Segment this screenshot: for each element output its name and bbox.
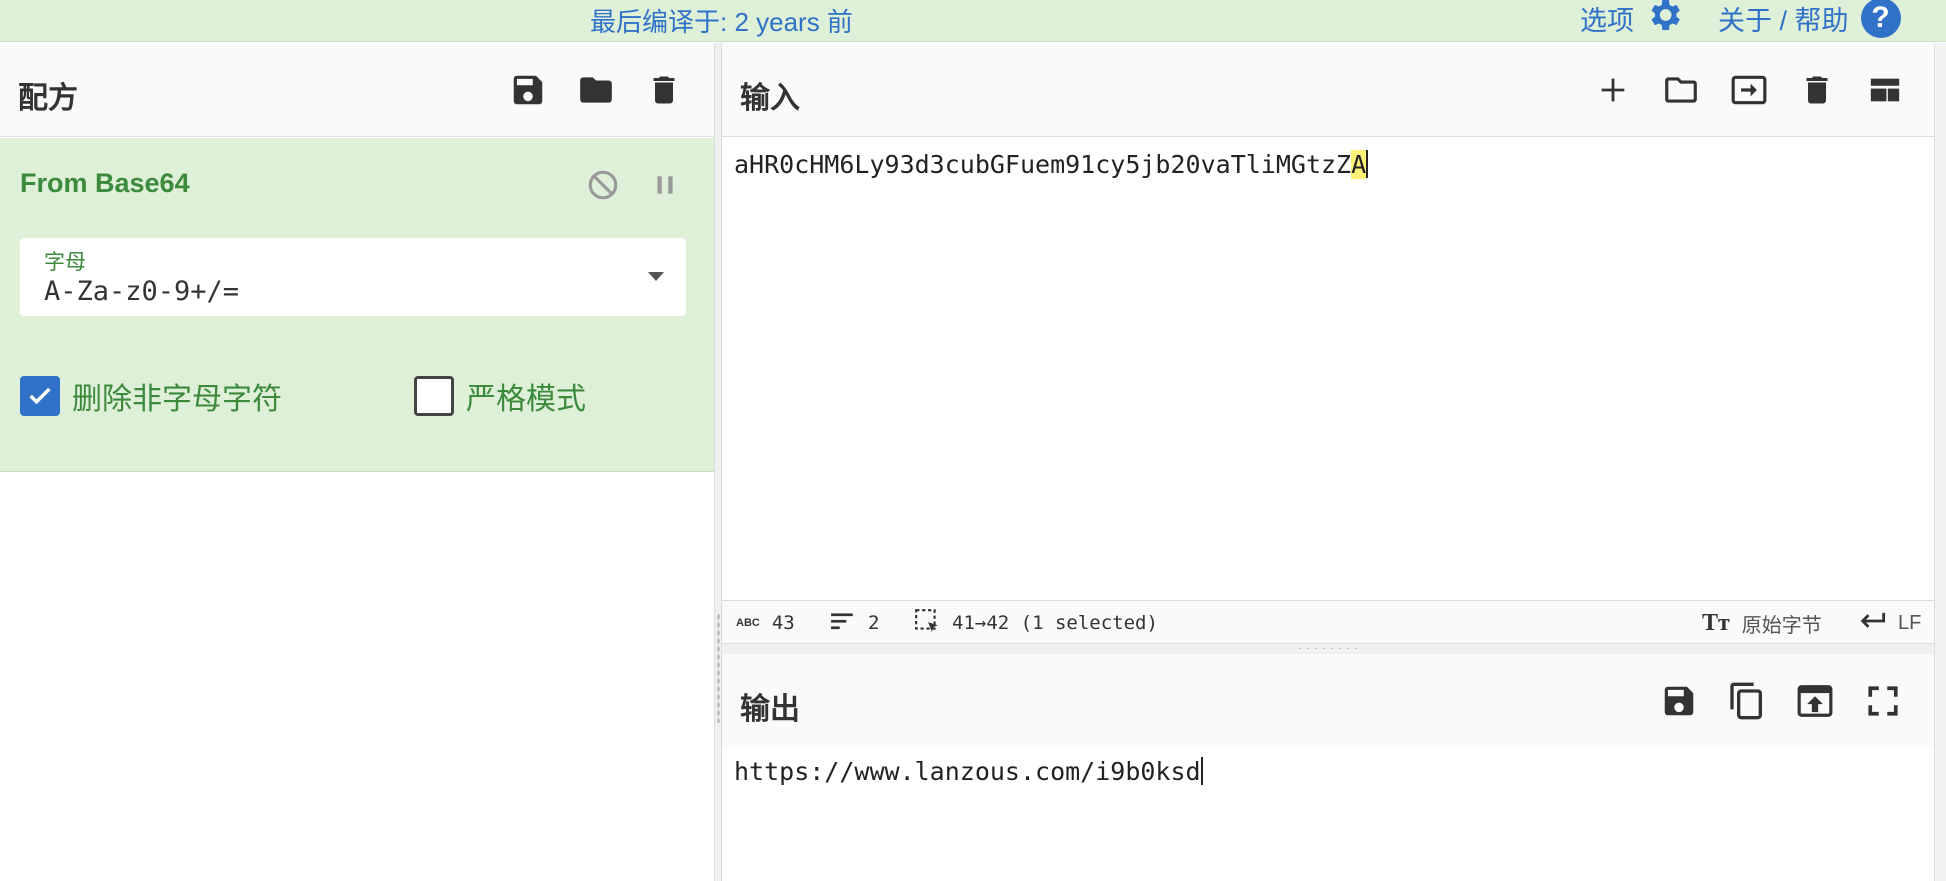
- input-textarea[interactable]: aHR0cHM6Ly93d3cubGFuem91cy5jb20vaTliMGtz…: [722, 138, 1934, 600]
- selection-info: 41→42 (1 selected): [952, 612, 1158, 634]
- remove-non-alpha-label: 删除非字母字符: [72, 383, 282, 416]
- line-count: 2: [868, 612, 880, 634]
- open-folder-icon[interactable]: [1660, 69, 1702, 111]
- abc-icon: ABC: [736, 617, 760, 629]
- char-count: 43: [771, 612, 795, 634]
- vertical-splitter[interactable]: [714, 43, 722, 881]
- return-icon: [1858, 610, 1886, 637]
- import-icon[interactable]: [1728, 69, 1770, 111]
- input-title: 输入: [740, 82, 800, 115]
- strict-mode-label: 严格模式: [466, 383, 586, 416]
- operation-from-base64[interactable]: From Base64 字母 A-Za-z0-9+/= 删除非字母字符 严格模式: [0, 138, 714, 472]
- lines-icon: [830, 611, 856, 636]
- selection-icon: [914, 608, 940, 639]
- alphabet-label: 字母: [44, 251, 86, 274]
- recipe-title: 配方: [18, 82, 78, 115]
- last-compiled-text: 最后编译于: 2 years 前: [590, 7, 853, 37]
- save-icon[interactable]: [507, 69, 549, 111]
- input-header: 输入: [722, 43, 1934, 137]
- options-link[interactable]: 选项: [1580, 0, 1684, 36]
- input-status-bar: ABC 43 2 41→42 (1 selected) Tт 原始字节 LF: [722, 600, 1934, 644]
- trash-icon[interactable]: [643, 69, 685, 111]
- checkbox-checked-icon[interactable]: [20, 376, 60, 416]
- recipe-header: 配方: [0, 43, 714, 137]
- copy-icon[interactable]: [1726, 680, 1768, 722]
- text-size-icon: Tт: [1702, 609, 1730, 636]
- help-icon: ?: [1860, 0, 1901, 38]
- eol-label: LF: [1898, 611, 1922, 634]
- right-scroll-edge: [1934, 43, 1946, 881]
- output-header: 输出: [722, 654, 1934, 748]
- disable-icon[interactable]: [582, 164, 624, 206]
- top-bar: 最后编译于: 2 years 前 选项 关于 / 帮助 ?: [0, 0, 1946, 42]
- add-tab-icon[interactable]: [1592, 69, 1634, 111]
- layout-icon[interactable]: [1864, 69, 1906, 111]
- about-help-link[interactable]: 关于 / 帮助 ?: [1718, 0, 1901, 38]
- operation-title: From Base64: [20, 168, 190, 198]
- checkbox-unchecked-icon[interactable]: [414, 376, 454, 416]
- output-title: 输出: [740, 693, 800, 726]
- strict-mode-toggle[interactable]: 严格模式: [414, 374, 586, 418]
- about-help-label: 关于 / 帮助: [1718, 5, 1849, 36]
- fullscreen-icon[interactable]: [1862, 680, 1904, 722]
- alphabet-value: A-Za-z0-9+/=: [44, 276, 240, 307]
- caret-down-icon: [648, 272, 664, 281]
- alphabet-select[interactable]: 字母 A-Za-z0-9+/=: [20, 238, 686, 316]
- output-textarea[interactable]: https://www.lanzous.com/i9b0ksd: [722, 747, 1934, 881]
- save-output-icon[interactable]: [1658, 680, 1700, 722]
- pause-icon[interactable]: [644, 164, 686, 206]
- gear-icon: [1644, 0, 1684, 42]
- remove-non-alpha-toggle[interactable]: 删除非字母字符: [20, 374, 282, 418]
- output-text: https://www.lanzous.com/i9b0ksd: [734, 757, 1201, 786]
- encoding-selector[interactable]: Tт 原始字节: [1702, 601, 1822, 645]
- text-cursor: [1366, 150, 1369, 178]
- options-label: 选项: [1580, 5, 1634, 36]
- encoding-label: 原始字节: [1741, 614, 1822, 637]
- input-text: aHR0cHM6Ly93d3cubGFuem91cy5jb20vaTliMGtz…: [734, 150, 1352, 179]
- clear-input-trash-icon[interactable]: [1796, 69, 1838, 111]
- output-cursor: [1200, 757, 1203, 785]
- input-selected-text: A: [1351, 150, 1367, 179]
- folder-icon[interactable]: [575, 69, 617, 111]
- io-panel: 输入 aHR0cHM6Ly93d3cubGFuem91cy5jb20vaTliM…: [722, 43, 1934, 881]
- horizontal-splitter[interactable]: [722, 644, 1934, 654]
- replace-input-icon[interactable]: [1794, 680, 1836, 722]
- recipe-panel: 配方 From Base64 字母 A-Za-z0-9+/= 删除非字母字符 严…: [0, 43, 714, 881]
- eol-selector[interactable]: LF: [1858, 601, 1921, 645]
